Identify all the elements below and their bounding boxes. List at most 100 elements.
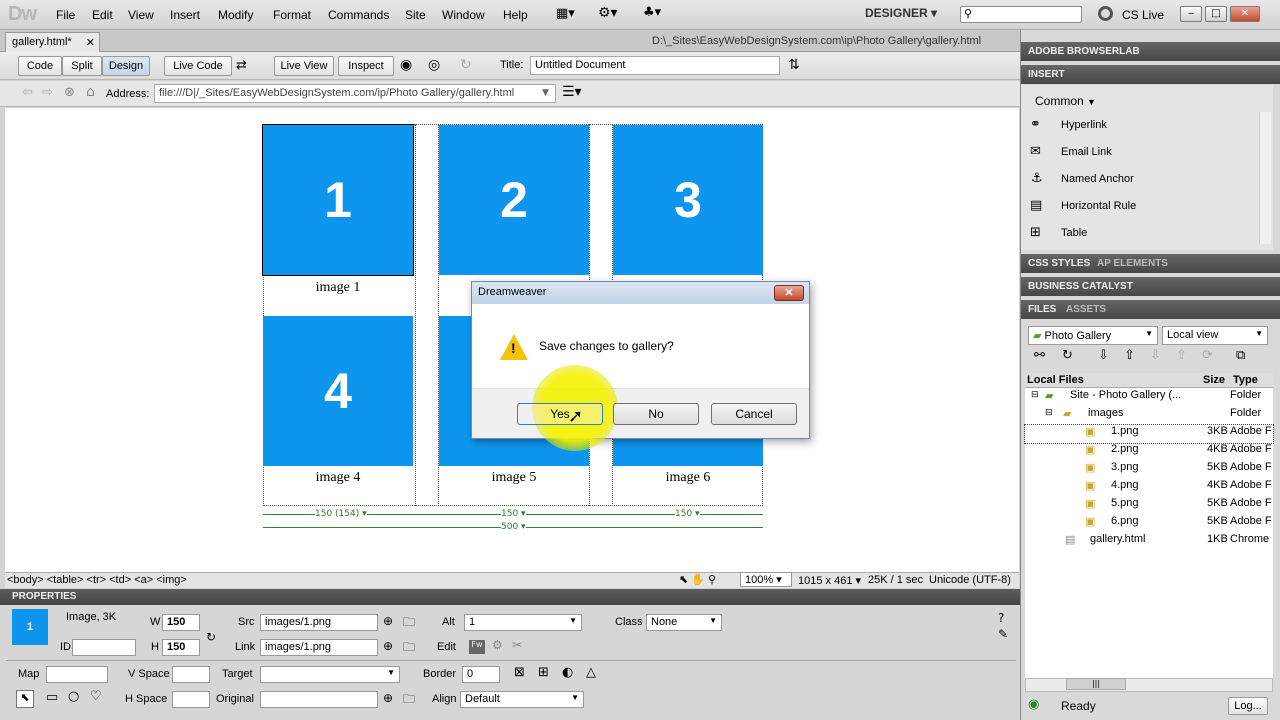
- link-folder-icon[interactable]: 🗀: [403, 638, 415, 659]
- insert-email-link[interactable]: Email Link: [1061, 146, 1112, 158]
- tree-row[interactable]: ▣ 3.png 5KB Adobe F: [1025, 461, 1273, 479]
- crop-icon[interactable]: ✂: [512, 638, 522, 652]
- resample-icon[interactable]: ⊞: [538, 665, 549, 680]
- back-icon[interactable]: ⇦: [22, 85, 33, 100]
- inspect-button[interactable]: Inspect: [338, 56, 394, 76]
- insert-panel-header[interactable]: INSERT: [1021, 65, 1280, 84]
- edit-fireworks-icon[interactable]: Fw: [469, 640, 485, 654]
- insert-named-anchor[interactable]: Named Anchor: [1061, 173, 1134, 185]
- business-catalyst-header[interactable]: BUSINESS CATALYST: [1021, 277, 1280, 296]
- alt-input[interactable]: 1 ▼: [464, 614, 582, 631]
- scroll-thumb[interactable]: |||: [1066, 678, 1126, 690]
- help-icon[interactable]: ?: [998, 611, 1004, 625]
- close-tab-icon[interactable]: ✕: [86, 36, 95, 49]
- src-folder-icon[interactable]: 🗀: [403, 613, 415, 634]
- menu-modify[interactable]: Modify: [218, 8, 253, 22]
- insert-hyperlink[interactable]: Hyperlink: [1061, 119, 1107, 131]
- browser-options-icon[interactable]: ☰▾: [562, 84, 582, 100]
- id-input[interactable]: [72, 639, 136, 656]
- col1-width[interactable]: 150 (154) ▾: [315, 509, 367, 519]
- reset-size-icon[interactable]: ↻: [206, 630, 216, 644]
- original-point-icon[interactable]: ⊕: [383, 691, 393, 705]
- address-dropdown-icon[interactable]: ▼: [542, 88, 549, 98]
- menu-edit[interactable]: Edit: [92, 8, 113, 22]
- preview-browser-icon[interactable]: ◉: [400, 57, 412, 73]
- circle-hotspot-icon[interactable]: ○: [68, 689, 79, 704]
- tree-row[interactable]: ▣ 5.png 5KB Adobe F: [1025, 497, 1273, 515]
- checkin-icon[interactable]: ⇧: [1176, 348, 1187, 363]
- gallery-image-2[interactable]: 2: [439, 125, 589, 275]
- browser-compat-icon[interactable]: ⇄: [236, 58, 247, 73]
- crop-tool-icon[interactable]: ⊠: [514, 665, 525, 680]
- site-icon[interactable]: ♣▾: [643, 5, 661, 20]
- polygon-hotspot-icon[interactable]: ♡: [90, 689, 102, 704]
- dialog-close-button[interactable]: ✕: [774, 285, 804, 301]
- address-input[interactable]: file:///D|/_Sites/EasyWebDesignSystem.co…: [154, 84, 556, 103]
- quick-tag-editor-icon[interactable]: ✎: [998, 627, 1008, 641]
- tree-row[interactable]: ▣ 1.png 3KB Adobe F: [1024, 424, 1274, 444]
- table-width[interactable]: 500 ▾: [501, 522, 526, 532]
- forward-icon[interactable]: ⇨: [42, 85, 53, 100]
- original-input[interactable]: [260, 691, 378, 708]
- yes-button[interactable]: Yes: [517, 403, 603, 425]
- gallery-image-3[interactable]: 3: [613, 125, 763, 275]
- log-button[interactable]: Log...: [1228, 697, 1268, 715]
- get-files-icon[interactable]: ⇩: [1098, 348, 1109, 363]
- insert-table[interactable]: Table: [1061, 227, 1087, 239]
- no-button[interactable]: No: [613, 403, 699, 425]
- expand-icon[interactable]: ⧉: [1236, 348, 1245, 363]
- close-button[interactable]: ✕: [1230, 6, 1260, 22]
- browserlab-panel-header[interactable]: ADOBE BROWSERLAB: [1021, 42, 1280, 61]
- width-input[interactable]: 150: [162, 614, 200, 631]
- cancel-button[interactable]: Cancel: [711, 403, 797, 425]
- hspace-input[interactable]: [172, 691, 210, 708]
- files-horizontal-scrollbar[interactable]: |||: [1025, 678, 1273, 692]
- menu-view[interactable]: View: [128, 8, 154, 22]
- align-select[interactable]: Default ▼: [460, 691, 584, 708]
- border-input[interactable]: 0: [462, 666, 500, 683]
- menu-insert[interactable]: Insert: [170, 8, 200, 22]
- css-styles-tab[interactable]: CSS STYLES: [1028, 258, 1090, 269]
- collapse-icon[interactable]: ⊟: [1031, 389, 1039, 400]
- live-code-button[interactable]: Live Code: [164, 56, 232, 76]
- sharpen-icon[interactable]: △: [586, 665, 596, 680]
- gallery-image-4[interactable]: 4: [263, 316, 413, 466]
- checkout-icon[interactable]: ⇩: [1150, 348, 1161, 363]
- gear-icon[interactable]: ⚙▾: [598, 5, 618, 21]
- search-input[interactable]: ⚲: [960, 6, 1082, 23]
- tag-selector[interactable]: <body> <table> <tr> <td> <a> <img>: [7, 574, 187, 586]
- site-select[interactable]: ▰ Photo Gallery ▼: [1028, 326, 1158, 345]
- view-select[interactable]: Local view ▼: [1162, 326, 1268, 345]
- type-column[interactable]: Type: [1233, 374, 1258, 386]
- split-view-button[interactable]: Split: [62, 56, 102, 76]
- live-view-button[interactable]: Live View: [274, 56, 334, 76]
- src-point-icon[interactable]: ⊕: [383, 614, 393, 628]
- menu-file[interactable]: File: [56, 8, 75, 22]
- files-tab[interactable]: FILES: [1028, 304, 1056, 315]
- menu-window[interactable]: Window: [442, 8, 485, 22]
- workspace-switcher[interactable]: DESIGNER ▾: [865, 6, 937, 20]
- target-select[interactable]: ▼: [260, 666, 400, 683]
- insert-horizontal-rule[interactable]: Horizontal Rule: [1061, 200, 1136, 212]
- height-input[interactable]: 150: [162, 639, 200, 656]
- insert-scrollbar[interactable]: [1259, 112, 1271, 244]
- code-view-button[interactable]: Code: [18, 56, 62, 76]
- edit-image-settings-icon[interactable]: ⚙: [492, 638, 503, 652]
- brightness-icon[interactable]: ◐: [562, 665, 573, 680]
- put-files-icon[interactable]: ⇧: [1124, 348, 1135, 363]
- rect-hotspot-icon[interactable]: ▭: [46, 690, 58, 705]
- file-management-icon[interactable]: ⇅: [788, 57, 800, 73]
- tree-row[interactable]: ▣ 6.png 5KB Adobe F: [1025, 515, 1273, 533]
- cslive-label[interactable]: CS Live: [1122, 8, 1164, 22]
- document-tab[interactable]: gallery.html* ✕: [5, 32, 100, 52]
- link-point-icon[interactable]: ⊕: [383, 639, 393, 653]
- tree-row[interactable]: ⊟ ▰ images Folder: [1025, 407, 1273, 425]
- original-folder-icon[interactable]: 🗀: [403, 690, 415, 711]
- minimize-button[interactable]: ‒: [1180, 6, 1202, 22]
- stop-icon[interactable]: ⊗: [64, 85, 75, 100]
- select-tool-icon[interactable]: ⬉ ✋ ⚲: [679, 573, 716, 586]
- home-icon[interactable]: ⌂: [86, 84, 95, 100]
- menu-help[interactable]: Help: [503, 8, 528, 22]
- maximize-button[interactable]: □: [1205, 6, 1227, 22]
- refresh-icon[interactable]: ↻: [460, 57, 472, 73]
